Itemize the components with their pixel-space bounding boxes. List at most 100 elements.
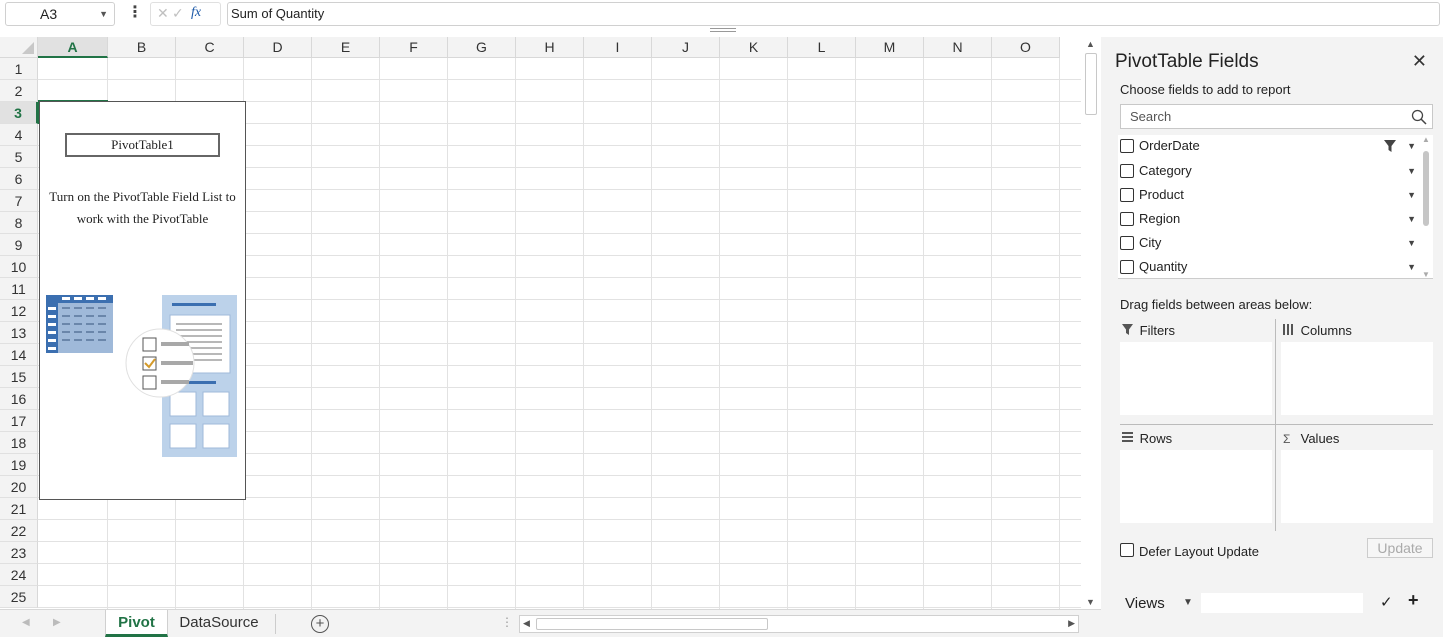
field-item-category[interactable]: Category ▼ bbox=[1120, 160, 1416, 182]
chevron-down-icon[interactable]: ▼ bbox=[1407, 256, 1416, 278]
vertical-scrollbar[interactable]: ▲ ▼ bbox=[1081, 37, 1101, 609]
row-header-23[interactable]: 23 bbox=[0, 542, 38, 564]
horizontal-scroll-thumb[interactable] bbox=[536, 618, 768, 630]
field-list-scroll-thumb[interactable] bbox=[1423, 151, 1429, 226]
select-all-button[interactable] bbox=[0, 37, 38, 58]
field-checkbox[interactable] bbox=[1120, 236, 1134, 250]
name-box[interactable]: A3 ▼ bbox=[5, 2, 115, 26]
column-header-j[interactable]: J bbox=[652, 37, 720, 58]
row-header-15[interactable]: 15 bbox=[0, 366, 38, 388]
chevron-down-icon[interactable]: ▼ bbox=[99, 3, 108, 25]
field-search-input[interactable]: Search bbox=[1120, 104, 1433, 129]
field-checkbox[interactable] bbox=[1120, 139, 1134, 153]
scroll-down-icon[interactable]: ▼ bbox=[1086, 597, 1095, 607]
row-header-3[interactable]: 3 bbox=[0, 102, 38, 124]
views-input[interactable] bbox=[1201, 593, 1363, 613]
column-header-b[interactable]: B bbox=[108, 37, 176, 58]
row-header-16[interactable]: 16 bbox=[0, 388, 38, 410]
add-sheet-icon[interactable]: + bbox=[311, 615, 329, 633]
horizontal-scrollbar[interactable]: ◀ ▶ bbox=[519, 615, 1079, 633]
cancel-icon[interactable]: ✕ bbox=[157, 5, 169, 22]
row-header-7[interactable]: 7 bbox=[0, 190, 38, 212]
column-header-o[interactable]: O bbox=[992, 37, 1060, 58]
tab-split-handle-icon[interactable]: ⋮ bbox=[501, 615, 513, 629]
sheet-tab-datasource[interactable]: DataSource bbox=[170, 610, 268, 637]
field-list-scrollbar[interactable]: ▲ ▼ bbox=[1420, 135, 1433, 278]
row-header-2[interactable]: 2 bbox=[0, 80, 38, 102]
views-confirm-icon[interactable]: ✓ bbox=[1380, 593, 1393, 611]
insert-function-icon[interactable]: fx bbox=[191, 5, 201, 21]
field-item-region[interactable]: Region ▼ bbox=[1120, 208, 1416, 230]
filters-drop-zone[interactable] bbox=[1120, 342, 1272, 415]
chevron-down-icon[interactable]: ▼ bbox=[1407, 232, 1416, 254]
search-icon[interactable] bbox=[1411, 109, 1427, 125]
vertical-scroll-thumb[interactable] bbox=[1085, 53, 1097, 115]
column-header-n[interactable]: N bbox=[924, 37, 992, 58]
close-icon[interactable]: ✕ bbox=[1412, 51, 1427, 72]
column-header-l[interactable]: L bbox=[788, 37, 856, 58]
prev-sheet-icon[interactable]: ◀ bbox=[22, 617, 30, 628]
columns-area[interactable]: Columns bbox=[1281, 320, 1433, 415]
field-item-orderdate[interactable]: OrderDate ▼ bbox=[1120, 135, 1416, 157]
field-item-city[interactable]: City ▼ bbox=[1120, 232, 1416, 254]
row-header-11[interactable]: 11 bbox=[0, 278, 38, 300]
column-header-a[interactable]: A bbox=[38, 37, 108, 58]
row-header-12[interactable]: 12 bbox=[0, 300, 38, 322]
field-item-product[interactable]: Product ▼ bbox=[1120, 184, 1416, 206]
chevron-down-icon[interactable]: ▼ bbox=[1407, 135, 1416, 157]
scroll-left-icon[interactable]: ◀ bbox=[523, 618, 530, 629]
column-header-h[interactable]: H bbox=[516, 37, 584, 58]
row-header-13[interactable]: 13 bbox=[0, 322, 38, 344]
scroll-down-icon[interactable]: ▼ bbox=[1422, 270, 1430, 278]
row-header-6[interactable]: 6 bbox=[0, 168, 38, 190]
update-button[interactable]: Update bbox=[1367, 538, 1433, 558]
values-drop-zone[interactable] bbox=[1281, 450, 1433, 523]
row-header-20[interactable]: 20 bbox=[0, 476, 38, 498]
defer-checkbox[interactable] bbox=[1120, 543, 1134, 557]
chevron-down-icon[interactable]: ▼ bbox=[1407, 160, 1416, 182]
scroll-right-icon[interactable]: ▶ bbox=[1068, 618, 1075, 629]
row-header-10[interactable]: 10 bbox=[0, 256, 38, 278]
row-header-19[interactable]: 19 bbox=[0, 454, 38, 476]
pivot-table-placeholder[interactable]: PivotTable1 Turn on the PivotTable Field… bbox=[39, 101, 246, 500]
row-header-4[interactable]: 4 bbox=[0, 124, 38, 146]
column-header-m[interactable]: M bbox=[856, 37, 924, 58]
sheet-tab-pivot[interactable]: Pivot bbox=[105, 610, 168, 637]
rows-area[interactable]: Rows bbox=[1120, 428, 1272, 523]
column-header-d[interactable]: D bbox=[244, 37, 312, 58]
field-item-quantity[interactable]: Quantity ▼ bbox=[1120, 256, 1416, 278]
row-header-17[interactable]: 17 bbox=[0, 410, 38, 432]
rows-drop-zone[interactable] bbox=[1120, 450, 1272, 523]
filter-icon[interactable] bbox=[1384, 140, 1396, 152]
column-header-i[interactable]: I bbox=[584, 37, 652, 58]
chevron-down-icon[interactable]: ▼ bbox=[1407, 208, 1416, 230]
field-checkbox[interactable] bbox=[1120, 212, 1134, 226]
row-header-9[interactable]: 9 bbox=[0, 234, 38, 256]
row-header-24[interactable]: 24 bbox=[0, 564, 38, 586]
row-header-22[interactable]: 22 bbox=[0, 520, 38, 542]
enter-icon[interactable]: ✓ bbox=[172, 5, 184, 22]
column-header-e[interactable]: E bbox=[312, 37, 380, 58]
scroll-up-icon[interactable]: ▲ bbox=[1422, 135, 1430, 144]
row-header-8[interactable]: 8 bbox=[0, 212, 38, 234]
filters-area[interactable]: Filters bbox=[1120, 320, 1272, 415]
formula-bar-resize-handle[interactable] bbox=[710, 28, 736, 32]
next-sheet-icon[interactable]: ▶ bbox=[53, 617, 61, 628]
column-header-k[interactable]: K bbox=[720, 37, 788, 58]
values-area[interactable]: Σ Values bbox=[1281, 428, 1433, 523]
chevron-down-icon[interactable]: ▼ bbox=[1407, 184, 1416, 206]
spreadsheet-grid[interactable]: ABCDEFGHIJKLMNO 1 2 3 4 5 6 7 8 9 10 11 12 13 14 15 16 1… bbox=[0, 37, 1081, 609]
field-checkbox[interactable] bbox=[1120, 260, 1134, 274]
scroll-up-icon[interactable]: ▲ bbox=[1086, 39, 1095, 49]
column-header-c[interactable]: C bbox=[176, 37, 244, 58]
more-options-icon[interactable]: ⋮ bbox=[127, 3, 143, 23]
row-header-25[interactable]: 25 bbox=[0, 586, 38, 608]
field-checkbox[interactable] bbox=[1120, 164, 1134, 178]
columns-drop-zone[interactable] bbox=[1281, 342, 1433, 415]
row-header-18[interactable]: 18 bbox=[0, 432, 38, 454]
chevron-down-icon[interactable]: ▼ bbox=[1173, 592, 1203, 614]
views-add-icon[interactable]: + bbox=[1408, 590, 1419, 611]
row-header-5[interactable]: 5 bbox=[0, 146, 38, 168]
formula-input[interactable]: Sum of Quantity bbox=[227, 2, 1440, 26]
row-header-1[interactable]: 1 bbox=[0, 58, 38, 80]
